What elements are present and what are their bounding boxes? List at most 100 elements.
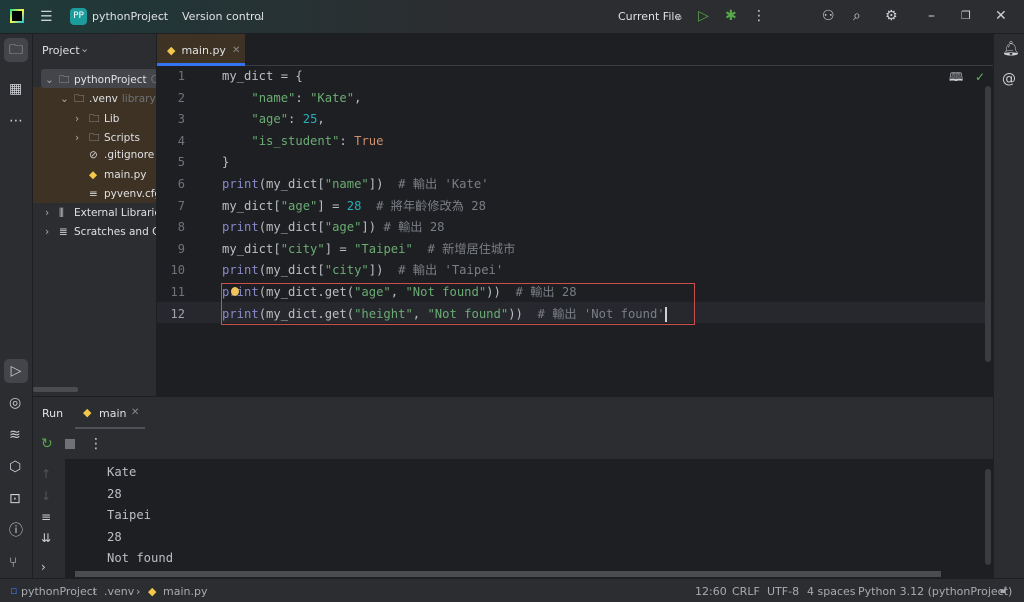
packages-icon[interactable]: ≋ xyxy=(9,428,21,442)
tree-item[interactable]: ›≣ Scratches and Consoles xyxy=(45,226,156,239)
highlight-box xyxy=(221,283,695,325)
interpreter[interactable]: Python 3.12 (pythonProject) xyxy=(858,585,1012,598)
code-token: print xyxy=(222,263,259,278)
breadcrumb-venv[interactable]: .venv xyxy=(104,585,134,598)
tree-item[interactable]: ◆ main.py xyxy=(75,169,146,181)
code-token: my_dict[ xyxy=(222,198,281,213)
breadcrumb-file[interactable]: main.py xyxy=(163,585,207,598)
chevron-down-icon[interactable]: ⌄ xyxy=(45,74,59,86)
restore-icon[interactable]: ❐ xyxy=(961,9,971,23)
tree-item[interactable]: ≡ pyvenv.cfg xyxy=(75,188,156,200)
caret-position[interactable]: 12:60 xyxy=(695,585,727,598)
code-line[interactable]: my_dict["city"] = "Taipei" # 新增居住城市 xyxy=(222,239,515,260)
code-line[interactable]: my_dict = { xyxy=(222,66,303,87)
reader-mode-icon[interactable]: 🕮︎ xyxy=(949,70,963,84)
chevron-right-icon[interactable]: › xyxy=(45,207,59,219)
tree-item[interactable]: › 🗀 Scripts xyxy=(75,130,140,148)
scratches-icon: ≣ xyxy=(59,226,68,239)
horizontal-scrollbar[interactable] xyxy=(33,387,78,392)
main-menu-icon[interactable]: ☰ xyxy=(40,10,53,24)
more-tools-icon[interactable]: ⋯ xyxy=(9,114,23,128)
notifications-icon[interactable]: 🔔︎ xyxy=(1002,42,1020,56)
file-encoding[interactable]: UTF-8 xyxy=(767,585,799,598)
tree-item[interactable]: ⊘ .gitignore xyxy=(75,149,154,161)
tree-item-label: Scratches and Consoles xyxy=(74,226,156,239)
project-badge[interactable]: PP xyxy=(70,8,87,25)
run-panel: Run ◆ main ✕ ↻ ⋮ Kate 28 Taipei 28 Not found… xyxy=(33,396,993,579)
folder-icon: 🗀 xyxy=(89,131,100,144)
tree-item[interactable]: ⌄🗀 .venvlibrary ro xyxy=(60,91,156,109)
rerun-icon[interactable]: ↻ xyxy=(41,437,53,451)
code-line[interactable]: "age": 25, xyxy=(222,109,324,130)
code-line[interactable]: "name": "Kate", xyxy=(222,88,361,109)
chevron-down-icon[interactable]: ⌄ xyxy=(60,93,74,105)
code-line[interactable]: } xyxy=(222,152,229,173)
code-line[interactable]: my_dict["age"] = 28 # 將年齡修改為 28 xyxy=(222,196,486,217)
scroll-down-icon[interactable]: ↓ xyxy=(41,489,51,503)
python-file-icon: ◆ xyxy=(148,585,157,598)
close-icon[interactable]: ✕ xyxy=(995,9,1007,23)
line-number: 12 xyxy=(170,306,185,321)
lightbulb-icon[interactable] xyxy=(231,287,239,296)
output-line: Not found xyxy=(107,551,174,566)
code-line[interactable]: print(my_dict["city"]) # 輸出 'Taipei' xyxy=(222,260,503,281)
soft-wrap-icon[interactable]: ≡ xyxy=(41,510,51,524)
output-horizontal-scrollbar[interactable] xyxy=(75,571,941,577)
line-number: 5 xyxy=(177,155,185,170)
run-tab-label: main xyxy=(99,407,127,420)
problems-icon[interactable]: ⓘ xyxy=(9,524,23,538)
more-icon[interactable]: ⋮ xyxy=(752,9,766,23)
indent-setting[interactable]: 4 spaces xyxy=(807,585,856,598)
code-line[interactable]: "is_student": True xyxy=(222,131,383,152)
chevron-right-icon[interactable]: › xyxy=(45,226,59,238)
code-line[interactable]: print(my_dict["age"]) # 輸出 28 xyxy=(222,217,445,238)
python-console-icon[interactable]: ◎ xyxy=(9,396,21,410)
stop-icon[interactable] xyxy=(65,439,75,449)
add-user-icon[interactable]: ⚇ xyxy=(822,9,835,23)
close-tab-icon[interactable]: ✕ xyxy=(131,407,139,418)
tree-item[interactable]: ›⫼ External Libraries xyxy=(45,207,156,220)
run-tool-icon[interactable]: ▷ xyxy=(4,359,28,383)
run-icon[interactable]: ▷ xyxy=(698,9,709,23)
more-icon[interactable]: ⋮ xyxy=(89,437,103,451)
breadcrumb-project[interactable]: pythonProject xyxy=(21,585,97,598)
tab-main-py[interactable]: ◆ main.py ✕ xyxy=(157,34,245,66)
chevron-right-icon[interactable]: › xyxy=(75,113,89,125)
project-panel-title[interactable]: Project xyxy=(42,44,80,57)
gear-icon[interactable]: ⚙ xyxy=(885,9,898,23)
services-icon[interactable]: ⬡ xyxy=(9,460,21,474)
minimize-icon[interactable]: – xyxy=(928,9,935,23)
run-output[interactable]: Kate 28 Taipei 28 Not found xyxy=(65,459,993,579)
python-file-icon: ◆ xyxy=(167,43,176,57)
code-token: my_dict[ xyxy=(222,241,281,256)
no-problems-check-icon: ✓ xyxy=(975,70,986,84)
scroll-up-icon[interactable]: ↑ xyxy=(41,467,51,481)
search-icon[interactable]: ⌕ xyxy=(853,9,861,23)
ai-assistant-icon[interactable]: @ xyxy=(1002,72,1016,86)
run-config-selector[interactable]: Current File xyxy=(618,10,681,23)
debug-icon[interactable]: ✱ xyxy=(725,9,737,23)
git-icon[interactable]: ⑂ xyxy=(9,556,17,570)
chevron-right-icon[interactable]: › xyxy=(75,132,89,144)
tree-item[interactable]: › 🗀 Lib xyxy=(75,111,119,129)
tab-run-main[interactable]: ◆ main ✕ xyxy=(75,397,145,429)
vcs-selector[interactable]: Version control xyxy=(182,10,264,23)
expand-icon[interactable]: › xyxy=(41,560,46,574)
vertical-scrollbar[interactable] xyxy=(985,86,991,362)
line-number: 8 xyxy=(177,220,185,235)
scroll-to-end-icon[interactable]: ⇊ xyxy=(41,531,51,545)
code-token: ]) xyxy=(361,220,384,235)
code-line[interactable]: print(my_dict["name"]) # 輸出 'Kate' xyxy=(222,174,489,195)
close-tab-icon[interactable]: ✕ xyxy=(232,45,240,56)
line-separator[interactable]: CRLF xyxy=(732,585,760,598)
tree-item[interactable]: ⌄🗀pythonProjectC:\ xyxy=(45,72,156,90)
structure-icon[interactable]: ▦ xyxy=(9,82,22,96)
code-token: "city" xyxy=(324,263,369,278)
project-tool-icon[interactable]: 🗀 xyxy=(4,38,28,62)
editor-tab-bar: ◆ main.py ✕ xyxy=(157,34,993,66)
terminal-icon[interactable]: ⊡ xyxy=(9,492,21,506)
code-area[interactable]: my_dict = { "name": "Kate", "age": 25, "… xyxy=(222,66,982,396)
lock-icon[interactable]: 🔓︎ xyxy=(1000,583,1007,597)
output-vertical-scrollbar[interactable] xyxy=(985,469,991,565)
